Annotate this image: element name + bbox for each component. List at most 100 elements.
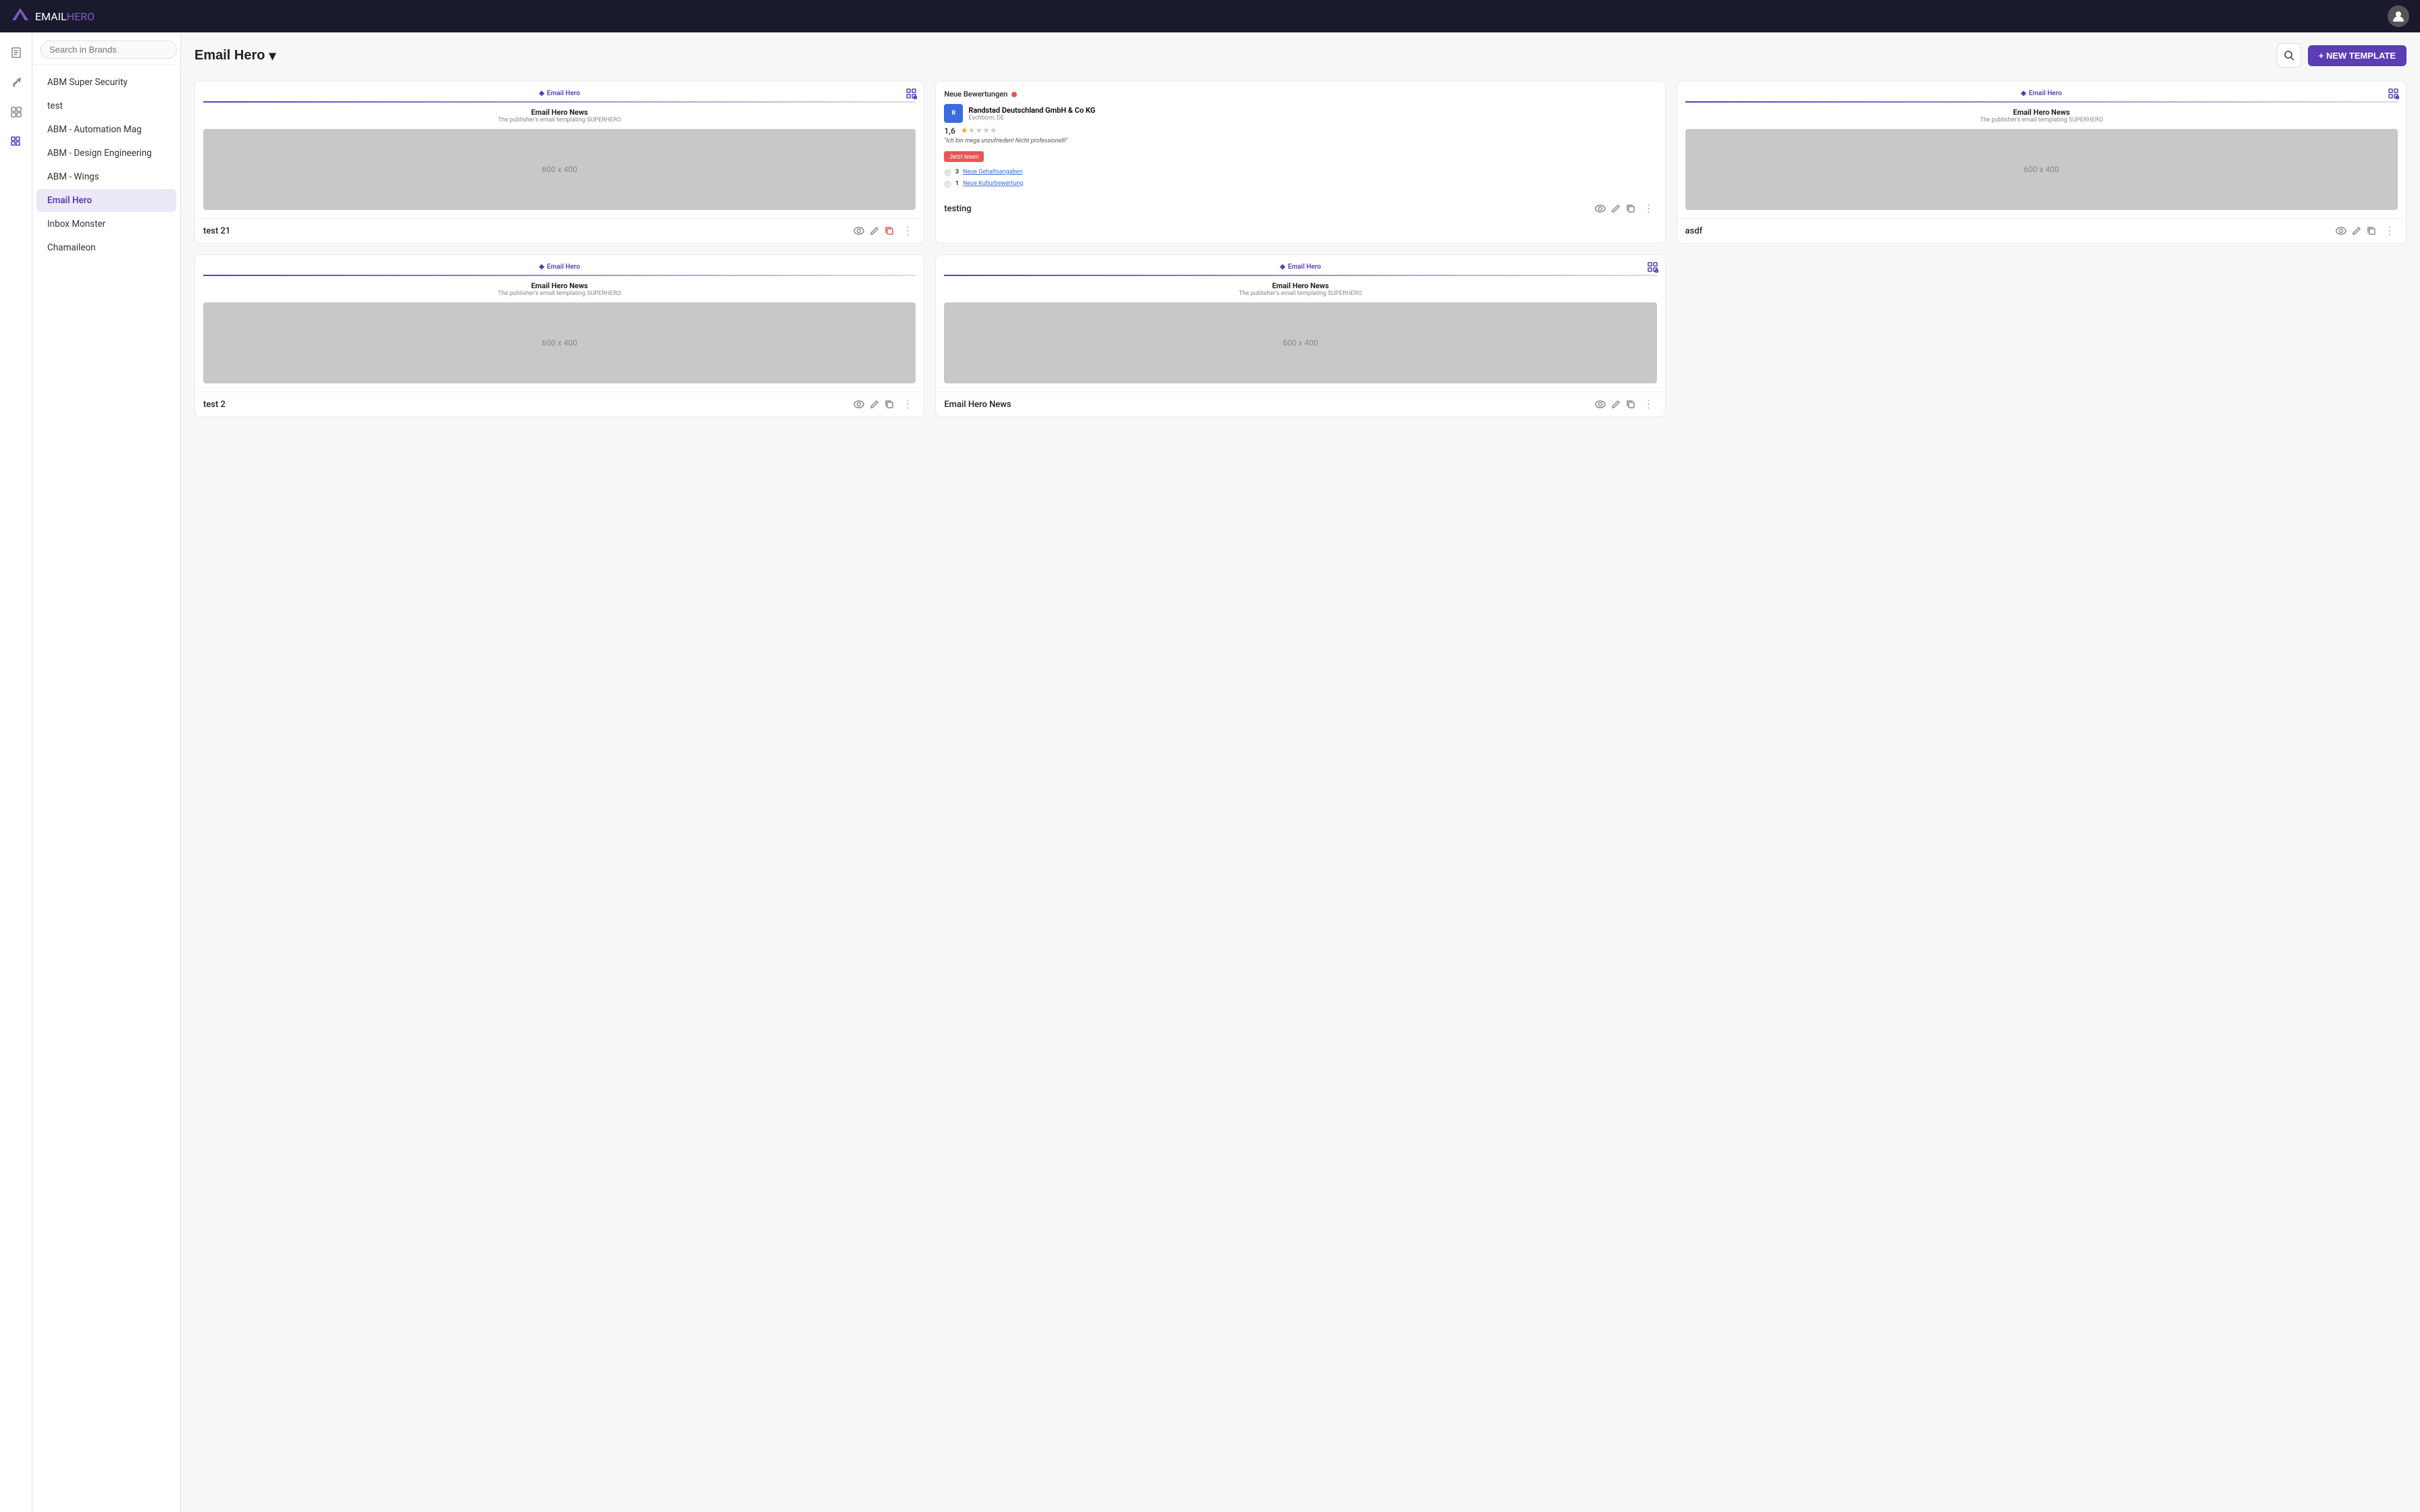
brand-item-abm-wings[interactable]: ABM - Wings	[36, 165, 176, 188]
new-template-button[interactable]: + NEW TEMPLATE	[2308, 45, 2406, 66]
search-button[interactable]	[2277, 43, 2301, 68]
diamond-icon: ◆	[539, 90, 544, 97]
main-content: Email Hero ▾ + NEW TEMPLATE ◆ Email Hero	[181, 32, 2420, 1512]
copy-icon[interactable]	[885, 226, 894, 236]
edit-icon[interactable]	[1611, 204, 1621, 213]
card-image-placeholder: 600 x 400	[203, 302, 916, 383]
company-info: Randstad Deutschland GmbH & Co KG Eschbo…	[968, 106, 1095, 122]
card-brand-label: ◆ Email Hero	[944, 263, 1656, 271]
copy-icon[interactable]	[1626, 204, 1635, 213]
corner-grid-icon[interactable]: +	[906, 88, 917, 102]
template-card-test21[interactable]: ◆ Email Hero Email Hero News The publish…	[194, 81, 924, 244]
template-name: test 2	[203, 400, 226, 410]
more-options-button[interactable]: ⋮	[899, 398, 916, 411]
template-name: test 21	[203, 226, 230, 236]
review-badge: Neue Bewertungen	[944, 90, 1656, 99]
sidebar-icon-apps[interactable]	[4, 130, 28, 154]
card-footer: Email Hero News ⋮	[936, 392, 1664, 416]
card-title-text: Email Hero News	[944, 281, 1656, 290]
review-quote: "Ich bin mega unzufrieden! Nicht profess…	[944, 138, 1656, 144]
sidebar-icon-tools[interactable]	[4, 70, 28, 94]
card-image-placeholder: 600 x 400	[944, 302, 1656, 383]
card-brand-text: Email Hero	[547, 263, 580, 271]
card-title-text: Email Hero News	[203, 108, 916, 117]
company-logo: R	[944, 104, 963, 123]
templates-grid: ◆ Email Hero Email Hero News The publish…	[194, 81, 2406, 417]
card-title-text: Email Hero News	[203, 281, 916, 290]
card-brand-text: Email Hero	[2029, 90, 2062, 97]
edit-icon[interactable]	[2352, 226, 2361, 236]
template-name: testing	[944, 204, 971, 214]
stat-icon: ◎	[944, 179, 951, 188]
view-icon[interactable]	[853, 227, 864, 235]
view-icon[interactable]	[2336, 227, 2346, 235]
brand-item-abm-design[interactable]: ABM - Design Engineering	[36, 142, 176, 165]
card-preview: ◆ Email Hero Email Hero News The publish…	[936, 255, 1664, 392]
more-options-button[interactable]: ⋮	[1641, 202, 1657, 215]
card-footer: asdf ⋮	[1677, 219, 2406, 243]
more-options-button[interactable]: ⋮	[1641, 398, 1657, 411]
card-actions: ⋮	[1595, 398, 1657, 411]
view-icon[interactable]	[1595, 205, 1606, 213]
template-name: asdf	[1685, 226, 1703, 236]
avatar[interactable]	[2388, 5, 2409, 27]
card-header-bar	[1685, 101, 2398, 103]
edit-icon[interactable]	[870, 400, 879, 409]
template-card-test2[interactable]: ◆ Email Hero Email Hero News The publish…	[194, 254, 924, 417]
copy-icon[interactable]	[2367, 226, 2376, 236]
icon-sidebar	[0, 32, 32, 1512]
corner-grid-icon[interactable]: +	[2388, 88, 2399, 102]
card-brand-label: ◆ Email Hero	[203, 263, 916, 271]
review-read-button[interactable]: Jetzt lesen	[944, 151, 984, 162]
logo-icon	[11, 7, 30, 26]
copy-icon[interactable]	[885, 400, 894, 409]
logo: EMAILHERO	[11, 7, 95, 26]
review-stats: ◎ 3 Neue Gehaltsangaben ◎ 1 Neue Kulturb…	[944, 167, 1656, 188]
card-actions: ⋮	[853, 398, 916, 411]
view-icon[interactable]	[853, 400, 864, 408]
template-card-email-hero-news[interactable]: ◆ Email Hero Email Hero News The publish…	[935, 254, 1665, 417]
card-footer: testing ⋮	[936, 196, 1664, 221]
search-bar: +	[32, 32, 180, 65]
card-title-text: Email Hero News	[1685, 108, 2398, 117]
view-icon[interactable]	[1595, 400, 1606, 408]
brand-item-abm-super-security[interactable]: ABM Super Security	[36, 71, 176, 94]
card-review-preview: Neue Bewertungen R Randstad Deutschland …	[936, 82, 1664, 196]
card-brand-label: ◆ Email Hero	[203, 90, 916, 97]
brand-item-abm-automation[interactable]: ABM - Automation Mag	[36, 118, 176, 141]
edit-icon[interactable]	[870, 226, 879, 236]
search-input[interactable]	[41, 40, 177, 59]
sidebar-icon-doc[interactable]	[4, 40, 28, 65]
card-preview: ◆ Email Hero Email Hero News The publish…	[195, 255, 924, 392]
card-subtitle-text: The publisher's email templating SUPERHE…	[1685, 117, 2398, 124]
content-header: Email Hero ▾ + NEW TEMPLATE	[194, 43, 2406, 68]
diamond-icon: ◆	[1280, 263, 1286, 271]
edit-icon[interactable]	[1611, 400, 1621, 409]
card-brand-label: ◆ Email Hero	[1685, 90, 2398, 97]
brand-item-email-hero[interactable]: Email Hero	[36, 189, 176, 212]
template-card-asdf[interactable]: ◆ Email Hero Email Hero News The publish…	[1677, 81, 2406, 244]
corner-grid-icon[interactable]: +	[1648, 262, 1658, 275]
card-brand-text: Email Hero	[1288, 263, 1321, 271]
brand-item-inbox-monster[interactable]: Inbox Monster	[36, 213, 176, 236]
template-card-testing[interactable]: Neue Bewertungen R Randstad Deutschland …	[935, 81, 1665, 244]
card-subtitle-text: The publisher's email templating SUPERHE…	[203, 117, 916, 124]
more-options-button[interactable]: ⋮	[2382, 224, 2398, 238]
brands-sidebar: + ABM Super SecuritytestABM - Automation…	[32, 32, 181, 1512]
template-name: Email Hero News	[944, 400, 1011, 410]
review-dot	[1011, 92, 1017, 97]
copy-icon[interactable]	[1626, 400, 1635, 409]
brands-list: ABM Super SecuritytestABM - Automation M…	[32, 65, 180, 265]
sidebar-icon-grid[interactable]	[4, 100, 28, 124]
brand-item-test[interactable]: test	[36, 94, 176, 117]
card-actions: ⋮	[1595, 202, 1657, 215]
brand-item-chamaileon[interactable]: Chamaileon	[36, 236, 176, 259]
review-stat: ◎ 1 Neue Kulturbewertung	[944, 179, 1656, 188]
card-image-placeholder: 600 x 400	[1685, 129, 2398, 210]
card-footer: test 2 ⋮	[195, 392, 924, 416]
card-header-bar	[203, 275, 916, 276]
more-options-button[interactable]: ⋮	[899, 224, 916, 238]
review-stars: ★★★★★	[961, 126, 997, 135]
brand-title-dropdown[interactable]: Email Hero ▾	[194, 47, 276, 64]
card-actions: ⋮	[2336, 224, 2398, 238]
